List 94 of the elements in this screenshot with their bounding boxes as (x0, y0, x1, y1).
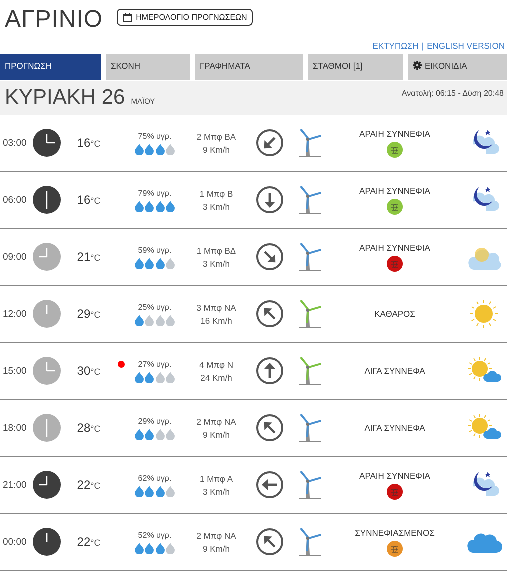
condition-label: ΑΡΑΙΗ ΣΥΝΝΕΦΙΑ (360, 242, 430, 252)
wind-beaufort: 2 Μπφ ΝΑ (196, 416, 236, 426)
condition-label: ΚΑΘΑΡΟΣ (374, 309, 416, 319)
drop-icon (145, 144, 154, 154)
condition-label: ΛΙΓΑ ΣΥΝΝΕΦΑ (364, 423, 426, 433)
time-label: 06:00 (2, 194, 28, 206)
condition-label: ΣΥΝΝΕΦΙΑΣΜΕΝΟΣ (355, 528, 435, 538)
temperature: 16°C (77, 193, 101, 207)
humidity-label: 79% υγρ. (138, 188, 172, 198)
drop-icon (145, 314, 154, 326)
drop-icon (156, 258, 165, 268)
time-label: 00:00 (2, 536, 28, 548)
drop-icon (156, 486, 165, 496)
tab[interactable]: ΣΤΑΘΜΟΙ [1] (308, 54, 403, 80)
condition-label: ΑΡΑΙΗ ΣΥΝΝΕΦΙΑ (360, 186, 430, 196)
drop-icon (145, 372, 154, 382)
temperature: 29°C (77, 307, 101, 321)
drop-icon (145, 428, 154, 440)
time-label: 12:00 (2, 308, 28, 320)
time-label: 18:00 (2, 422, 28, 434)
drop-icon (134, 258, 144, 268)
print-link[interactable]: ΕΚΤΥΠΩΣΗ (372, 41, 419, 51)
wind-speed: 16 Km/h (200, 316, 232, 326)
wind-speed: 9 Km/h (203, 544, 230, 554)
drop-icon (156, 314, 165, 326)
drop-icon (134, 428, 144, 440)
drop-icon (134, 200, 144, 212)
tab[interactable]: ΣΚΟΝΗ (106, 54, 190, 80)
drop-icon (166, 144, 176, 154)
wind-speed: 3 Km/h (203, 202, 230, 212)
wind-beaufort: 1 Μπφ Α (200, 474, 233, 484)
drop-icon (145, 200, 154, 212)
drop-icon (134, 314, 144, 326)
drop-icon (156, 144, 165, 154)
sunrise-sunset: Ανατολή: 06:15 - Δύση 20:48 (402, 88, 504, 98)
drop-icon (145, 258, 154, 268)
tab[interactable]: ΓΡΑΦΗΜΑΤΑ (195, 54, 303, 80)
humidity-label: 62% υγρ. (138, 474, 172, 482)
temperature: 16°C (77, 136, 101, 150)
condition-label: ΑΡΑΙΗ ΣΥΝΝΕΦΙΑ (360, 470, 430, 480)
drop-icon (166, 428, 176, 440)
calendar-icon (123, 12, 132, 22)
condition-label: ΛΙΓΑ ΣΥΝΝΕΦΑ (364, 366, 426, 376)
drop-icon (145, 486, 154, 496)
wind-beaufort: 1 Μπφ ΒΔ (196, 246, 236, 256)
drop-icon (156, 542, 165, 554)
day-date: ΚΥΡΙΑΚΗ 26 (5, 86, 126, 110)
drop-icon (134, 542, 144, 554)
wind-beaufort: 4 Μπφ Ν (200, 360, 234, 370)
wind-speed: 3 Km/h (203, 486, 230, 496)
humidity-label: 52% υγρ. (138, 530, 172, 540)
drop-icon (166, 314, 176, 326)
drop-icon (166, 372, 176, 382)
temperature: 28°C (77, 421, 101, 435)
humidity-label: 75% υγρ. (138, 132, 172, 140)
wind-beaufort: 3 Μπφ ΝΑ (196, 302, 236, 312)
drop-icon (166, 486, 176, 496)
humidity-label: 29% υγρ. (138, 416, 172, 426)
wind-speed: 24 Km/h (200, 372, 232, 382)
calendar-button[interactable]: ΗΜΕΡΟΛΟΓΙΟ ΠΡΟΓΝΩΣΕΩΝ (117, 8, 254, 26)
time-label: 21:00 (2, 480, 28, 490)
tab[interactable]: ΕΙΚΟΝΙΔΙΑ (408, 54, 507, 80)
tab[interactable]: ΠΡΟΓΝΩΣΗ (0, 54, 101, 80)
humidity-label: 59% υγρ. (138, 246, 172, 254)
wind-speed: 9 Km/h (203, 144, 230, 154)
link-separator: | (422, 41, 424, 51)
humidity-label: 25% υγρ. (138, 302, 172, 312)
drop-icon (156, 372, 165, 382)
drop-icon (145, 542, 154, 554)
drop-icon (166, 200, 176, 212)
temperature: 21°C (77, 250, 101, 264)
drop-icon (166, 542, 176, 554)
drop-icon (156, 200, 165, 212)
english-version-link[interactable]: ENGLISH VERSION (427, 41, 505, 51)
temperature: 30°C (77, 364, 101, 378)
time-label: 03:00 (2, 138, 28, 148)
gear-icon (413, 61, 422, 70)
wind-beaufort: 2 Μπφ ΒΑ (196, 132, 236, 142)
humidity-label: 27% υγρ. (138, 360, 172, 368)
drop-icon (166, 258, 176, 268)
drop-icon (134, 144, 144, 154)
drop-icon (156, 428, 165, 440)
temperature: 22°C (77, 478, 101, 492)
time-label: 15:00 (2, 366, 28, 376)
drop-icon (134, 372, 144, 382)
wind-beaufort: 1 Μπφ Β (200, 188, 234, 198)
temperature: 22°C (77, 535, 101, 549)
time-label: 09:00 (2, 252, 28, 262)
drop-icon (134, 486, 144, 496)
wind-speed: 9 Km/h (203, 430, 230, 440)
city-title: ΑΓΡΙΝΙΟ (5, 6, 104, 34)
condition-label: ΑΡΑΙΗ ΣΥΝΝΕΦΙΑ (360, 128, 430, 138)
wind-speed: 3 Km/h (203, 258, 230, 268)
wind-beaufort: 2 Μπφ ΝΑ (196, 530, 236, 540)
